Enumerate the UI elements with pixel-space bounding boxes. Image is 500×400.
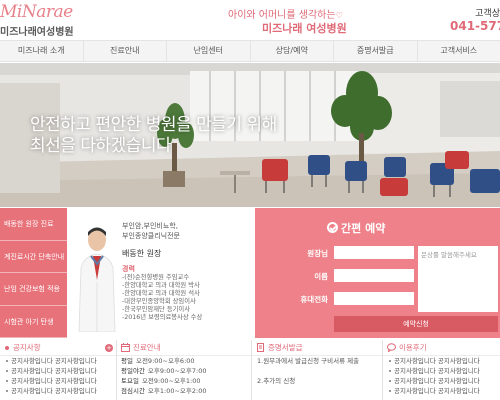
schedule-row: 평일 오전9:00~오후6:00	[121, 357, 195, 365]
service-label: 고객상	[475, 9, 500, 19]
main-nav: 미즈나래 소개 진료안내 난임센터 상담/예약 증명서발급 고객서비스	[0, 40, 500, 62]
doctor-specialty-1: 부인암,부인비뇨학,	[122, 222, 178, 230]
schedule-row: 점심시간 오후1:00~오후2:00	[121, 387, 207, 395]
certificate-panel: 증명서발급 1.원무과에서 발급신청 구비서류 제출 2.추가의 신청	[252, 340, 383, 400]
quick-reservation: 간편 예약 원장님 이름 휴대전화 문상률 말씀해주세요 예약신청	[255, 208, 500, 338]
schedule-title: 진료안내	[133, 343, 161, 352]
schedule-header: 진료안내	[117, 340, 251, 356]
list-item[interactable]: 공지사항입니다 공지사항입니다	[0, 376, 116, 386]
name-field[interactable]	[334, 269, 414, 282]
certificate-title[interactable]: 증명서발급	[268, 343, 303, 352]
list-item[interactable]: 공지사항입니다 공지사항입니다	[383, 376, 500, 386]
phone-field[interactable]	[334, 292, 414, 305]
site-header: MiNarae 미즈나래여성병원 아이와 어머니를 생각하는♡ 미즈나래 여성병…	[0, 0, 500, 40]
list-item[interactable]: 공지사항입니다 공지사항입니다	[0, 366, 116, 376]
list-item[interactable]: 공지사항입니다 공지사항입니다	[0, 356, 116, 366]
nav-item-about[interactable]: 미즈나래 소개	[0, 41, 84, 61]
list-item[interactable]: 공지사항입니다 공지사항입니다	[383, 386, 500, 396]
doctor-profile: 부인암,부인비뇨학, 부인종양클리닉전문 배동한 원장 경력 -(전)순천향병원…	[70, 208, 253, 338]
logo-script[interactable]: MiNarae	[0, 2, 73, 22]
review-header: 이용후기	[383, 340, 500, 356]
quick-menu: 배동한 원장 진료 계진료시간 단축안내 난임 건강보험 적용 시험관 아기 탄…	[0, 208, 67, 338]
career-item: -(전)순천향병원 주임교수	[122, 274, 190, 281]
list-item[interactable]: 공지사항입니다 공지사항입니다	[383, 356, 500, 366]
more-plus-icon[interactable]: +	[105, 344, 113, 352]
slogan-line1: 아이와 어머니를 생각하는♡	[228, 6, 343, 21]
nav-item-reservation[interactable]: 상담/예약	[251, 41, 334, 61]
doctor-label: 원장님	[307, 249, 328, 258]
career-item: -2016년 보령의료봉사상 수상	[122, 314, 203, 321]
document-icon	[257, 343, 264, 352]
schedule-panel: 진료안내 평일 오전9:00~오후6:00 평일야간 오후9:00~오후7:00 토…	[117, 340, 252, 400]
chat-bubble-icon	[387, 343, 396, 352]
notice-title[interactable]: 공지사항	[13, 343, 41, 352]
career-title: 경력	[122, 265, 135, 273]
bottom-panels: 공지사항 + 공지사항입니다 공지사항입니다 공지사항입니다 공지사항입니다 공지…	[0, 340, 500, 400]
phone-label: 휴대전화	[300, 295, 328, 304]
reservation-title: 간편 예약	[327, 220, 385, 236]
quick-menu-doctor[interactable]: 배동한 원장 진료	[0, 208, 67, 241]
doctor-specialty-2: 부인종양클리닉전문	[122, 232, 180, 240]
doctor-name: 배동한 원장	[122, 249, 162, 258]
career-item: -한양대학교 의과 대학원 석사	[122, 290, 200, 297]
quick-menu-insurance[interactable]: 난임 건강보험 적용	[0, 273, 67, 306]
nav-item-certificate[interactable]: 증명서발급	[334, 41, 418, 61]
career-list: -(전)순천향병원 주임교수 -한양대학교 의과 대학원 박사 -한양대학교 의…	[122, 274, 202, 322]
nav-item-fertility[interactable]: 난임센터	[167, 41, 251, 61]
check-circle-icon	[327, 222, 338, 233]
phone-number: 041-577-8	[450, 19, 500, 33]
list-item[interactable]: 공지사항입니다 공지사항입니다	[383, 366, 500, 376]
nav-item-treatment[interactable]: 진료안내	[84, 41, 167, 61]
career-item: -한국부인암재단 등기이사	[122, 306, 190, 313]
hero-banner: 안전하고 편안한 병원을 만들기 위해 최선을 다하겠습니다	[0, 63, 500, 207]
memo-textarea[interactable]: 문상률 말씀해주세요	[418, 246, 498, 312]
schedule-row: 평일야간 오후9:00~오후7:00	[121, 367, 207, 375]
logo-name[interactable]: 미즈나래여성병원	[0, 23, 74, 38]
heart-icon: ♡	[335, 11, 343, 20]
review-panel: 이용후기 공지사항입니다 공지사항입니다 공지사항입니다 공지사항입니다 공지사…	[383, 340, 500, 400]
name-label: 이름	[314, 272, 328, 281]
certificate-step	[252, 386, 382, 396]
schedule-row: 토요일 오전9:00~오후1:00	[121, 377, 201, 385]
certificate-step	[252, 366, 382, 376]
nav-item-service[interactable]: 고객서비스	[418, 41, 500, 61]
career-item: -대한부인종양학회 상임이사	[122, 298, 196, 305]
hero-headline-2: 최선을 다하겠습니다	[30, 136, 172, 156]
notice-panel: 공지사항 + 공지사항입니다 공지사항입니다 공지사항입니다 공지사항입니다 공지…	[0, 340, 117, 400]
certificate-step: 2.추가의 신청	[257, 377, 296, 385]
review-title[interactable]: 이용후기	[399, 343, 427, 352]
reservation-title-text: 간편 예약	[341, 222, 386, 235]
doctor-select[interactable]	[334, 246, 414, 259]
bullet-icon	[5, 345, 9, 350]
slogan-line2: 미즈나래 여성병원	[262, 22, 347, 35]
notice-header: 공지사항 +	[0, 340, 116, 356]
career-item: -한양대학교 의과 대학원 박사	[122, 282, 200, 289]
list-item[interactable]: 공지사항입니다 공지사항입니다	[0, 386, 116, 396]
doctor-photo	[74, 220, 120, 332]
calendar-icon	[121, 343, 130, 352]
certificate-step: 1.원무과에서 발급신청 구비서류 제출	[257, 357, 360, 365]
certificate-header: 증명서발급	[252, 340, 382, 356]
quick-menu-ivf[interactable]: 시험관 아기 탄생	[0, 305, 67, 338]
quick-menu-hours[interactable]: 계진료시간 단축안내	[0, 240, 67, 273]
submit-reservation-button[interactable]: 예약신청	[334, 316, 498, 332]
